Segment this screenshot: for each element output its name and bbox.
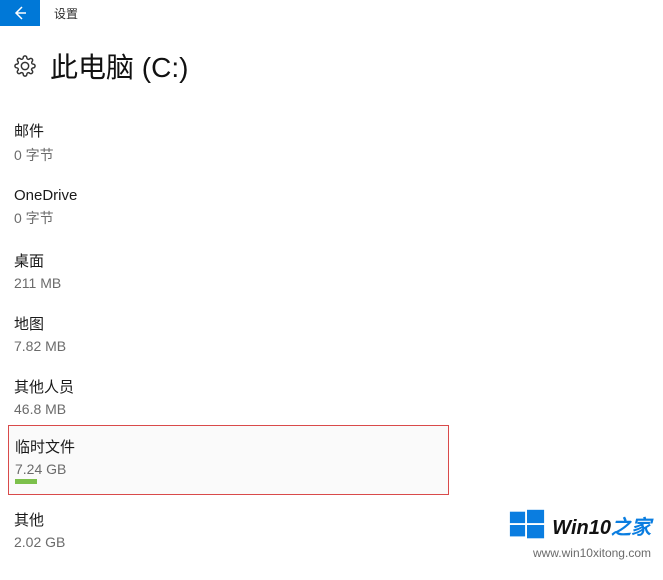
watermark-brand-main: Win10 bbox=[552, 517, 611, 539]
storage-progress-bar bbox=[15, 479, 37, 484]
storage-item-mail[interactable]: 邮件 0 字节 bbox=[14, 106, 649, 173]
storage-size: 7.82 MB bbox=[14, 338, 649, 354]
storage-size: 211 MB bbox=[14, 275, 649, 291]
page-title: 此电脑 (C:) bbox=[50, 46, 188, 86]
watermark-url: www.win10xitong.com bbox=[508, 546, 651, 560]
storage-size: 0 字节 bbox=[14, 208, 649, 228]
storage-item-maps[interactable]: 地图 7.82 MB bbox=[14, 299, 649, 362]
back-arrow-icon bbox=[12, 5, 28, 21]
storage-label: 其他人员 bbox=[14, 376, 649, 397]
watermark-brand-accent: 之家 bbox=[611, 517, 651, 539]
page-header: 此电脑 (C:) bbox=[0, 26, 663, 86]
storage-item-onedrive[interactable]: OneDrive 0 字节 bbox=[14, 173, 649, 236]
storage-size: 46.8 MB bbox=[14, 401, 649, 417]
topbar-title: 设置 bbox=[40, 0, 78, 26]
storage-item-desktop[interactable]: 桌面 211 MB bbox=[14, 236, 649, 299]
storage-label: 桌面 bbox=[14, 250, 649, 271]
storage-label: OneDrive bbox=[14, 187, 649, 204]
windows-logo-icon bbox=[508, 506, 546, 544]
topbar: 设置 bbox=[0, 0, 663, 26]
storage-size: 0 字节 bbox=[14, 145, 649, 165]
storage-label: 地图 bbox=[14, 313, 649, 334]
storage-item-otherpeople[interactable]: 其他人员 46.8 MB bbox=[14, 362, 649, 425]
storage-size: 7.24 GB bbox=[15, 461, 442, 477]
back-button[interactable] bbox=[0, 0, 40, 26]
storage-label: 邮件 bbox=[14, 120, 649, 141]
storage-label: 临时文件 bbox=[15, 436, 442, 457]
storage-list: 邮件 0 字节 OneDrive 0 字节 桌面 211 MB 地图 7.82 … bbox=[0, 86, 663, 558]
storage-item-tempfiles[interactable]: 临时文件 7.24 GB bbox=[8, 425, 449, 495]
watermark: Win10之家 www.win10xitong.com bbox=[508, 506, 651, 560]
gear-icon bbox=[14, 55, 36, 77]
